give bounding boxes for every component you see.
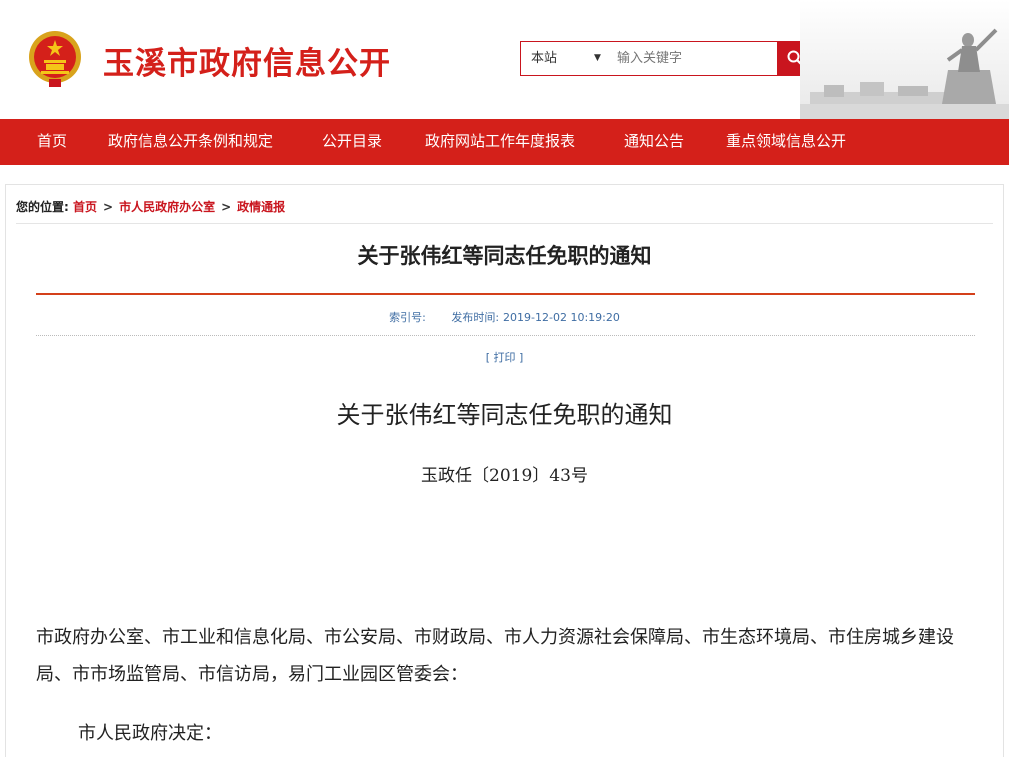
document-number: 玉政任〔2019〕43号 [421, 466, 588, 486]
site-header: 玉溪市政府信息公开 本站 ▼ 搜索 [0, 0, 1009, 119]
document-decision: 市人民政府决定： [78, 723, 222, 744]
breadcrumb-separator: > [103, 200, 114, 214]
breadcrumb-home[interactable]: 首页 [73, 200, 97, 214]
breadcrumb-bulletin[interactable]: 政情通报 [237, 200, 285, 214]
caret-down-icon: ▼ [594, 53, 601, 63]
document-title: 关于张伟红等同志任免职的通知 [336, 401, 673, 429]
national-emblem-icon [29, 31, 81, 87]
breadcrumb: 您的位置: 首页 > 市人民政府办公室 > 政情通报 [16, 198, 285, 215]
meta-divider [36, 335, 975, 336]
publish-time: 发布时间: 2019-12-02 10:19:20 [451, 311, 620, 324]
article-meta: 索引号: 发布时间: 2019-12-02 10:19:20 [6, 309, 1003, 325]
nav-item-key-areas[interactable]: 重点领域信息公开 [726, 119, 846, 165]
nav-item-catalog[interactable]: 公开目录 [322, 119, 382, 165]
breadcrumb-office[interactable]: 市人民政府办公室 [119, 200, 215, 214]
search-scope-label: 本站 [531, 51, 558, 66]
breadcrumb-separator: > [221, 200, 232, 214]
content-panel: 您的位置: 首页 > 市人民政府办公室 > 政情通报 关于张伟红等同志任免职的通知 索引… [5, 184, 1004, 757]
main-nav: 首页 政府信息公开条例和规定 公开目录 政府网站工作年度报表 通知公告 重点领域… [0, 119, 1009, 165]
breadcrumb-prefix: 您的位置: [16, 200, 69, 214]
document-recipients: 市政府办公室、市工业和信息化局、市公安局、市财政局、市人力资源社会保障局、市生态… [36, 627, 954, 685]
divider [16, 223, 993, 224]
nav-item-annual-report[interactable]: 政府网站工作年度报表 [425, 119, 575, 165]
publish-label: 发布时间: [451, 311, 500, 324]
statue-landmark-image [800, 0, 1009, 119]
article-title: 关于张伟红等同志任免职的通知 [357, 244, 652, 268]
nav-item-home[interactable]: 首页 [37, 119, 67, 165]
search-scope-select[interactable]: 本站 ▼ [521, 42, 609, 75]
search-input[interactable] [611, 42, 776, 75]
site-title[interactable]: 玉溪市政府信息公开 [103, 38, 391, 83]
nav-item-notices[interactable]: 通知公告 [624, 119, 684, 165]
print-link[interactable]: [ 打印 ] [6, 349, 1003, 365]
index-label: 索引号: [389, 311, 426, 324]
title-divider [36, 293, 975, 295]
publish-time-value: 2019-12-02 10:19:20 [503, 311, 620, 324]
nav-item-regulations[interactable]: 政府信息公开条例和规定 [108, 119, 273, 165]
